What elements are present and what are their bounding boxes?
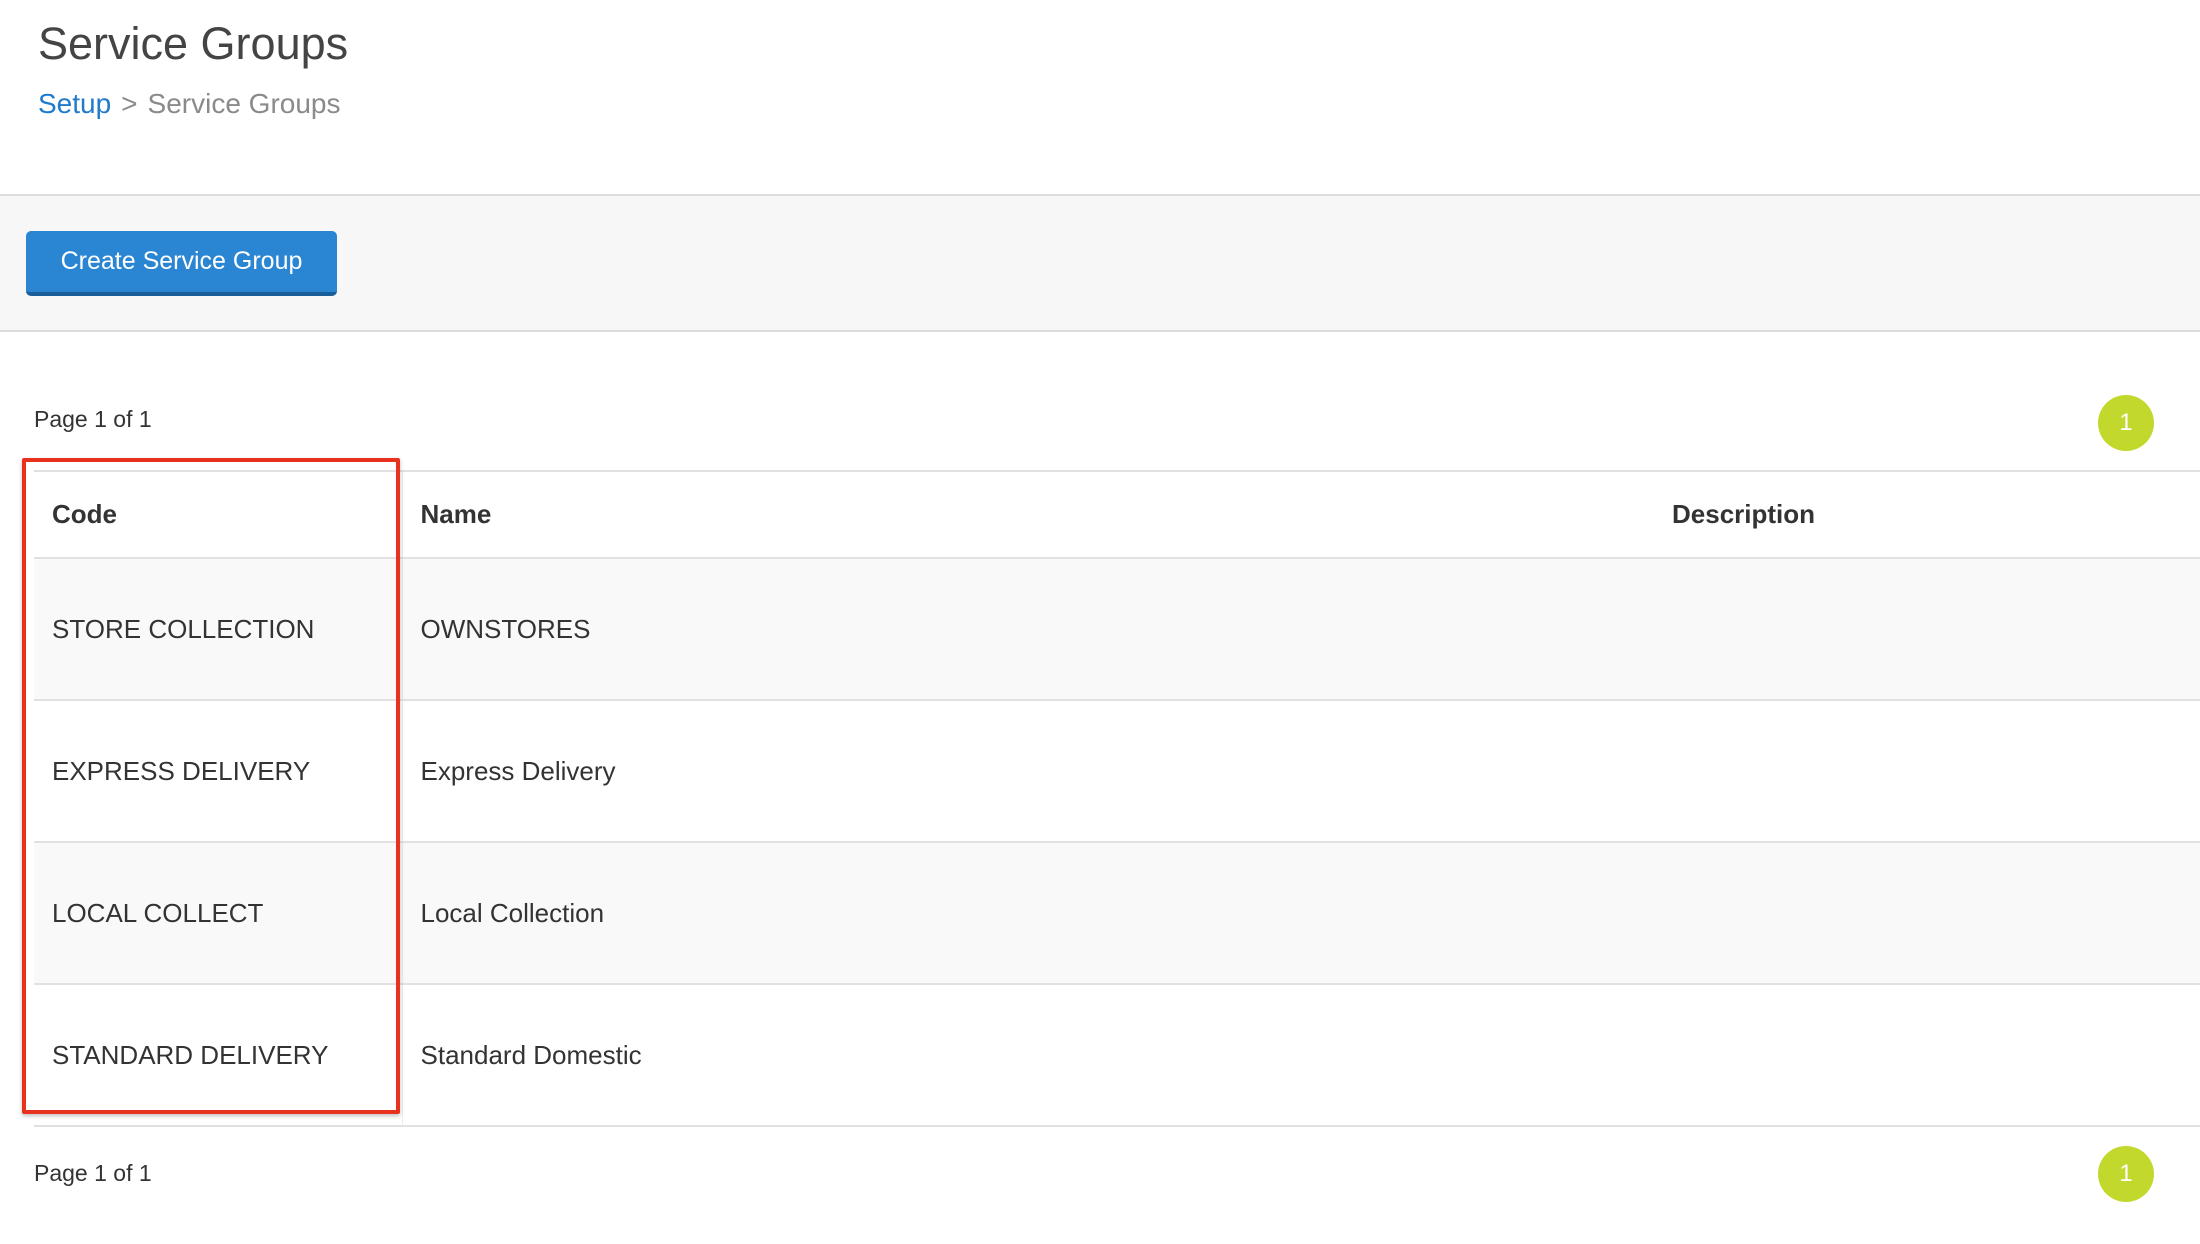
cell-code[interactable]: LOCAL COLLECT <box>34 841 403 984</box>
breadcrumb-separator: > <box>121 88 138 119</box>
table-header-row: Code Name Description <box>34 470 2200 558</box>
table-row[interactable]: LOCAL COLLECT Local Collection <box>34 841 2200 984</box>
service-groups-table: Code Name Description STORE COLLECTION O… <box>34 470 2200 1127</box>
page-1-button-bottom[interactable]: 1 <box>2098 1146 2154 1202</box>
table-row[interactable]: STORE COLLECTION OWNSTORES <box>34 557 2200 700</box>
page-1-button-top[interactable]: 1 <box>2098 395 2154 451</box>
cell-code[interactable]: EXPRESS DELIVERY <box>34 699 403 842</box>
service-groups-table-wrapper: Code Name Description STORE COLLECTION O… <box>34 470 2200 1127</box>
cell-description <box>1654 983 2200 1127</box>
column-header-description[interactable]: Description <box>1654 470 2200 558</box>
table-row[interactable]: EXPRESS DELIVERY Express Delivery <box>34 699 2200 842</box>
pager-label-top: Page 1 of 1 <box>34 406 152 432</box>
toolbar: Create Service Group <box>0 196 2200 332</box>
page-header: Service Groups Setup > Service Groups <box>0 0 2200 196</box>
cell-description <box>1654 557 2200 700</box>
create-service-group-button[interactable]: Create Service Group <box>26 231 337 296</box>
table-row[interactable]: STANDARD DELIVERY Standard Domestic <box>34 983 2200 1127</box>
cell-name: Express Delivery <box>402 699 1654 842</box>
cell-code[interactable]: STANDARD DELIVERY <box>34 983 403 1127</box>
cell-code[interactable]: STORE COLLECTION <box>34 557 403 700</box>
column-header-code[interactable]: Code <box>34 470 403 558</box>
column-header-name[interactable]: Name <box>402 470 1654 558</box>
cell-description <box>1654 699 2200 842</box>
cell-name: OWNSTORES <box>402 557 1654 700</box>
breadcrumb: Setup > Service Groups <box>38 86 341 122</box>
cell-description <box>1654 841 2200 984</box>
cell-name: Standard Domestic <box>402 983 1654 1127</box>
cell-name: Local Collection <box>402 841 1654 984</box>
page-title: Service Groups <box>38 18 349 69</box>
breadcrumb-setup-link[interactable]: Setup <box>38 88 111 119</box>
pager-label-bottom: Page 1 of 1 <box>34 1160 152 1186</box>
breadcrumb-current: Service Groups <box>147 88 341 119</box>
